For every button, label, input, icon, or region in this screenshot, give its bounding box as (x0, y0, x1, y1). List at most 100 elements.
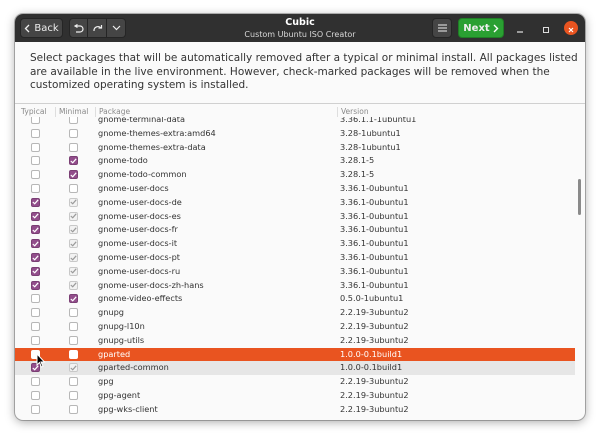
table-row[interactable]: gnome-themes-extra:amd64 3.28-1ubuntu1 (15, 127, 575, 141)
column-header-package[interactable]: Package (99, 107, 130, 116)
package-version: 3.28-1ubuntu1 (340, 141, 401, 152)
column-header-minimal[interactable]: Minimal (59, 107, 88, 116)
table-row[interactable]: gpg-agent 2.2.19-3ubuntu2 (15, 389, 575, 403)
package-version: 3.28-1ubuntu1 (340, 127, 401, 138)
minimize-icon (516, 19, 524, 38)
package-version: 3.36.1-0ubuntu1 (340, 224, 409, 235)
minimal-checkbox[interactable] (69, 253, 78, 262)
menu-button[interactable] (432, 18, 452, 38)
minimal-checkbox[interactable] (69, 294, 78, 304)
minimal-checkbox[interactable] (69, 156, 78, 166)
table-row[interactable]: gparted 1.0.0-0.1build1 (15, 347, 575, 362)
table-row[interactable]: gnome-themes-extra-data 3.28-1ubuntu1 (15, 141, 575, 155)
table-row[interactable]: gnome-user-docs-ru 3.36.1-0ubuntu1 (15, 265, 575, 279)
table-row[interactable]: gnome-user-docs-pt 3.36.1-0ubuntu1 (15, 251, 575, 265)
minimal-checkbox[interactable] (69, 349, 78, 359)
package-version: 2.2.19-3ubuntu2 (340, 390, 409, 400)
package-name: gnupg-utils (98, 334, 145, 345)
package-name: gnome-user-docs-it (98, 238, 178, 249)
typical-checkbox[interactable] (31, 404, 40, 414)
table-row[interactable]: gnome-user-docs-fr 3.36.1-0ubuntu1 (15, 223, 575, 237)
typical-checkbox[interactable] (31, 253, 40, 262)
typical-checkbox[interactable] (31, 377, 40, 387)
scrollbar[interactable] (578, 179, 581, 215)
typical-checkbox[interactable] (31, 266, 40, 276)
chevron-down-icon (112, 25, 121, 31)
minimal-checkbox[interactable] (69, 142, 78, 152)
column-separator (95, 107, 96, 117)
typical-checkbox[interactable] (31, 308, 40, 318)
minimal-checkbox[interactable] (69, 128, 78, 138)
package-name: gpg-wks-client (98, 403, 158, 414)
minimal-checkbox[interactable] (69, 225, 78, 235)
typical-checkbox[interactable] (31, 335, 40, 345)
minimal-checkbox[interactable] (69, 391, 78, 400)
table-row[interactable]: gnome-terminal-data 3.36.1.1-1ubuntu1 (15, 117, 575, 127)
typical-checkbox[interactable] (31, 117, 40, 124)
maximize-button[interactable] (539, 21, 553, 35)
typical-checkbox[interactable] (31, 225, 40, 235)
table-header: Typical Minimal Package Version (15, 107, 575, 117)
minimal-checkbox[interactable] (69, 280, 78, 290)
table-row[interactable]: gnome-todo-common 3.28.1-5 (15, 168, 575, 182)
table-row[interactable]: gnupg 2.2.19-3ubuntu2 (15, 306, 575, 320)
minimal-checkbox[interactable] (69, 308, 78, 318)
table-row[interactable]: gnome-user-docs-zh-hans 3.36.1-0ubuntu1 (15, 279, 575, 293)
minimal-checkbox[interactable] (69, 170, 78, 180)
column-header-version[interactable]: Version (341, 107, 369, 116)
package-version: 3.36.1-0ubuntu1 (340, 238, 409, 249)
typical-checkbox[interactable] (31, 128, 40, 138)
table-row[interactable]: gpg-wks-client 2.2.19-3ubuntu2 (15, 403, 575, 417)
back-button[interactable]: Back (20, 18, 63, 38)
history-dropdown-button[interactable] (107, 18, 126, 38)
package-version: 0.5.0-1ubuntu1 (340, 293, 404, 304)
app-name: Cubic (285, 17, 315, 28)
minimize-button[interactable] (513, 21, 527, 35)
table-row[interactable]: gnupg-utils 2.2.19-3ubuntu2 (15, 334, 575, 348)
close-button[interactable] (564, 21, 578, 35)
package-list[interactable]: gnome-terminal-data 3.36.1.1-1ubuntu1 gnom… (15, 117, 575, 420)
typical-checkbox[interactable] (31, 391, 40, 400)
minimal-checkbox[interactable] (69, 184, 78, 193)
table-row[interactable]: gnupg-l10n 2.2.19-3ubuntu2 (15, 320, 575, 334)
typical-checkbox[interactable] (31, 280, 40, 290)
typical-checkbox[interactable] (31, 197, 40, 207)
typical-checkbox[interactable] (31, 239, 40, 249)
column-header-typical[interactable]: Typical (21, 107, 47, 116)
package-version: 3.36.1-0ubuntu1 (340, 210, 409, 221)
minimal-checkbox[interactable] (69, 377, 78, 387)
typical-checkbox[interactable] (31, 211, 40, 221)
package-name: gnome-user-docs-fr (98, 224, 178, 235)
hamburger-menu-icon (437, 24, 447, 32)
back-button-label: Back (34, 22, 59, 34)
typical-checkbox[interactable] (31, 156, 40, 166)
table-row[interactable]: gnome-user-docs-es 3.36.1-0ubuntu1 (15, 210, 575, 224)
minimal-checkbox[interactable] (69, 404, 78, 414)
minimal-checkbox[interactable] (69, 211, 78, 221)
minimal-checkbox[interactable] (69, 197, 78, 207)
undo-icon (73, 23, 84, 33)
table-row[interactable]: gnome-user-docs 3.36.1-0ubuntu1 (15, 182, 575, 196)
minimal-checkbox[interactable] (69, 266, 78, 276)
table-row[interactable]: gnome-video-effects 0.5.0-1ubuntu1 (15, 292, 575, 306)
table-row[interactable]: gnome-todo 3.28.1-5 (15, 154, 575, 168)
package-name: gparted (98, 348, 131, 359)
minimal-checkbox[interactable] (69, 335, 78, 345)
undo-button[interactable] (69, 18, 88, 38)
table-row[interactable]: gnome-user-docs-it 3.36.1-0ubuntu1 (15, 237, 575, 251)
minimal-checkbox[interactable] (69, 117, 78, 124)
next-button[interactable]: Next (458, 18, 504, 38)
typical-checkbox[interactable] (31, 294, 40, 304)
table-row[interactable]: gparted-common 1.0.0-0.1build1 (15, 361, 575, 376)
typical-checkbox[interactable] (31, 184, 40, 193)
app-subtitle: Custom Ubuntu ISO Creator (244, 30, 356, 39)
table-row[interactable]: gnome-user-docs-de 3.36.1-0ubuntu1 (15, 196, 575, 210)
typical-checkbox[interactable] (31, 322, 40, 331)
minimal-checkbox[interactable] (69, 322, 78, 331)
minimal-checkbox[interactable] (69, 239, 78, 249)
typical-checkbox[interactable] (31, 142, 40, 152)
redo-button[interactable] (88, 18, 107, 38)
minimal-checkbox[interactable] (69, 363, 78, 373)
table-row[interactable]: gpg 2.2.19-3ubuntu2 (15, 375, 575, 389)
typical-checkbox[interactable] (31, 170, 40, 180)
